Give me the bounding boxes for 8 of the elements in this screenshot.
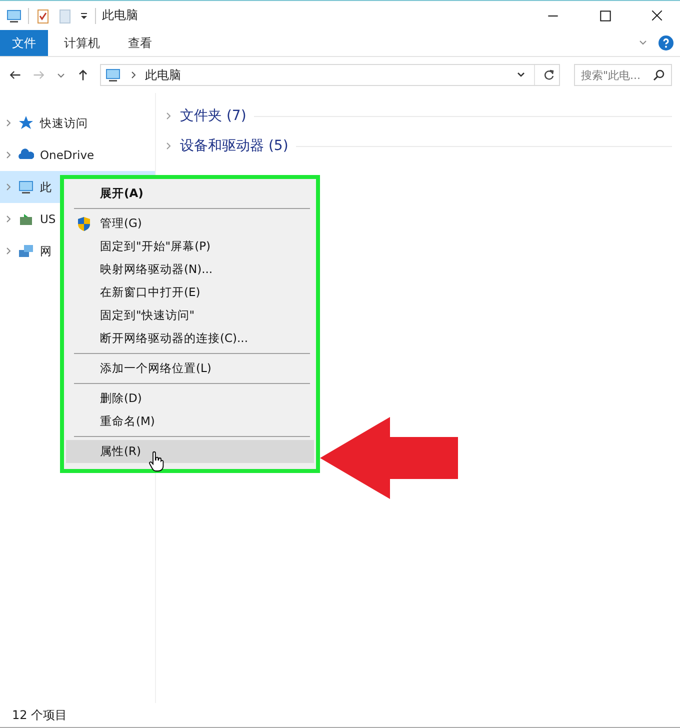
window-title: 此电脑 — [102, 7, 138, 24]
status-text: 12 个项目 — [12, 706, 68, 724]
sidebar-label: 快速访问 — [40, 116, 88, 130]
sidebar-label: OneDrive — [40, 148, 94, 162]
address-path: 此电脑 — [145, 66, 181, 84]
sidebar-label: 网 — [40, 244, 52, 258]
sidebar-label: 此 — [40, 180, 52, 194]
sidebar-label: US — [40, 212, 56, 226]
